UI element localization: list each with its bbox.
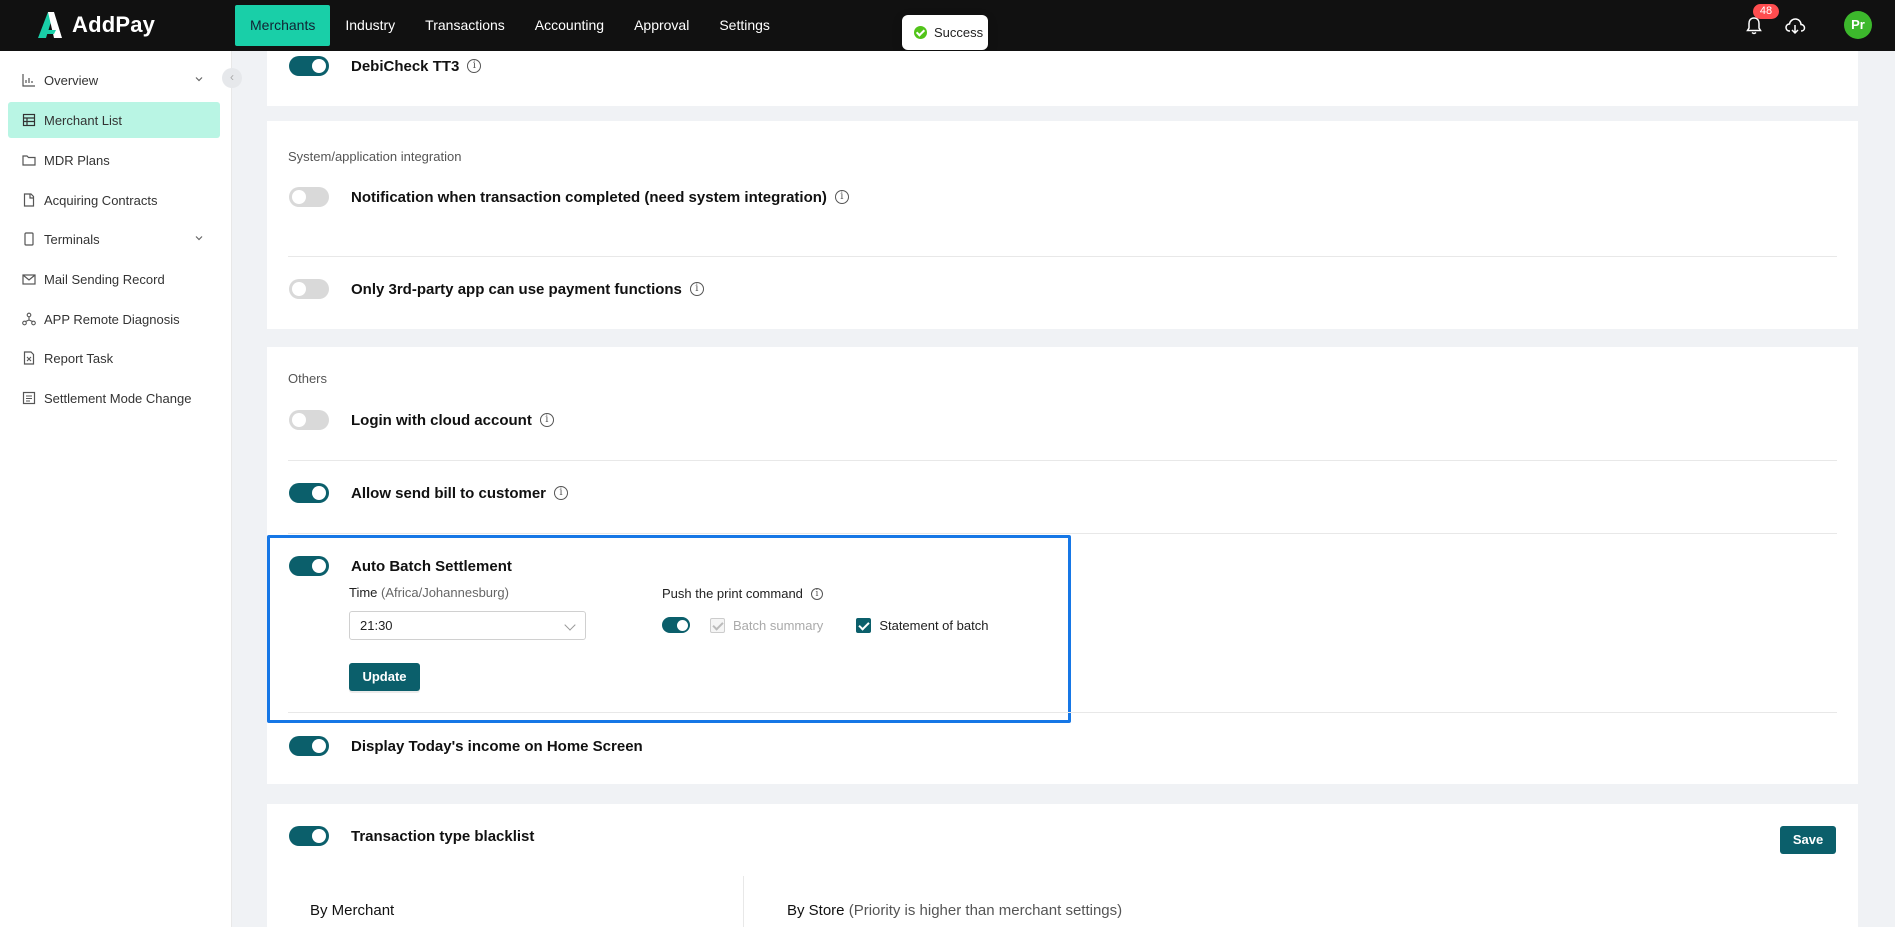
third-party-toggle[interactable] xyxy=(289,279,329,299)
chevron-down-icon xyxy=(195,236,203,241)
sidebar-item-merchant-list[interactable]: Merchant List xyxy=(8,102,220,138)
notification-label: Notification when transaction completed … xyxy=(351,188,827,206)
send-bill-label: Allow send bill to customer xyxy=(351,484,547,502)
divider xyxy=(288,712,1837,713)
section-title-system-integration: System/application integration xyxy=(288,149,462,164)
debicheck-row: DebiCheck TT3 i xyxy=(289,56,482,76)
sidebar-item-report-task[interactable]: Report Task xyxy=(8,340,220,376)
section-title-others: Others xyxy=(288,371,328,386)
sidebar-item-mdr-plans[interactable]: MDR Plans xyxy=(8,142,220,178)
sidebar-item-label: Mail Sending Record xyxy=(44,271,165,287)
sidebar-item-label: Overview xyxy=(44,72,99,88)
info-icon[interactable]: i xyxy=(554,486,569,500)
mail-icon xyxy=(22,274,36,285)
blacklist-toggle[interactable] xyxy=(289,826,329,846)
blacklist-label: Transaction type blacklist xyxy=(351,827,535,845)
todays-income-row: Display Today's income on Home Screen xyxy=(289,736,643,756)
info-icon[interactable]: i xyxy=(467,59,482,73)
by-store-title: By Store (Priority is higher than mercha… xyxy=(787,902,1122,919)
by-store-label: By Store xyxy=(787,902,845,919)
cloud-download-icon[interactable] xyxy=(1784,16,1806,36)
notification-row: Notification when transaction completed … xyxy=(289,187,849,207)
send-bill-row: Allow send bill to customer i xyxy=(289,483,569,503)
divider xyxy=(288,256,1837,257)
nav-merchants[interactable]: Merchants xyxy=(235,5,331,46)
debicheck-toggle[interactable] xyxy=(289,56,329,76)
document-icon xyxy=(23,193,35,207)
divider xyxy=(288,533,1837,534)
notification-toggle[interactable] xyxy=(289,187,329,207)
cloud-login-toggle[interactable] xyxy=(289,410,329,430)
by-store-note: (Priority is higher than merchant settin… xyxy=(848,902,1123,919)
info-icon[interactable]: i xyxy=(689,282,704,296)
blacklist-row: Transaction type blacklist xyxy=(289,826,534,846)
toast-message: Success xyxy=(934,25,984,40)
sidebar-item-mail-sending-record[interactable]: Mail Sending Record xyxy=(8,261,220,297)
nav-transactions[interactable]: Transactions xyxy=(410,5,520,46)
send-bill-toggle[interactable] xyxy=(289,483,329,503)
info-icon[interactable]: i xyxy=(539,413,554,427)
sidebar-collapse-button[interactable]: ‹ xyxy=(222,68,242,88)
report-icon xyxy=(23,351,35,365)
settlement-icon xyxy=(22,391,36,405)
notification-badge: 48 xyxy=(1753,4,1779,19)
sidebar-item-label: MDR Plans xyxy=(44,152,110,168)
check-circle-icon xyxy=(914,26,927,39)
todays-income-toggle[interactable] xyxy=(289,736,329,756)
user-avatar[interactable]: Pr xyxy=(1844,11,1872,39)
nav-settings[interactable]: Settings xyxy=(704,5,785,46)
sidebar-item-label: APP Remote Diagnosis xyxy=(44,311,180,327)
save-button[interactable]: Save xyxy=(1780,826,1836,854)
column-divider xyxy=(743,876,744,927)
network-icon xyxy=(22,312,36,326)
sidebar-item-terminals[interactable]: Terminals xyxy=(8,221,220,257)
third-party-row: Only 3rd-party app can use payment funct… xyxy=(289,279,704,299)
nav-accounting[interactable]: Accounting xyxy=(520,5,619,46)
sidebar-item-label: Acquiring Contracts xyxy=(44,192,158,208)
sidebar-item-label: Terminals xyxy=(44,231,100,247)
main-nav: Merchants Industry Transactions Accounti… xyxy=(235,5,785,46)
sidebar: Overview Merchant List MDR Plans Acquiri… xyxy=(0,51,232,927)
auto-batch-highlight-frame xyxy=(267,535,1071,723)
sidebar-item-settlement-mode-change[interactable]: Settlement Mode Change xyxy=(8,380,220,416)
todays-income-label: Display Today's income on Home Screen xyxy=(351,737,643,755)
cloud-login-label: Login with cloud account xyxy=(351,411,532,429)
sidebar-item-label: Settlement Mode Change xyxy=(44,390,192,406)
table-icon xyxy=(22,113,36,127)
sidebar-item-label: Report Task xyxy=(44,350,114,366)
sidebar-item-acquiring-contracts[interactable]: Acquiring Contracts xyxy=(8,182,220,218)
sidebar-item-label: Merchant List xyxy=(44,112,123,128)
debicheck-label: DebiCheck TT3 xyxy=(351,57,460,75)
by-merchant-title: By Merchant xyxy=(310,902,395,919)
third-party-label: Only 3rd-party app can use payment funct… xyxy=(351,280,682,298)
addpay-logo-icon xyxy=(38,12,62,38)
sidebar-item-app-remote-diagnosis[interactable]: APP Remote Diagnosis xyxy=(8,301,220,337)
brand-name: AddPay xyxy=(72,12,156,37)
folder-icon xyxy=(22,155,36,166)
sidebar-item-overview[interactable]: Overview xyxy=(8,62,220,98)
nav-approval[interactable]: Approval xyxy=(619,5,704,46)
info-icon[interactable]: i xyxy=(834,190,849,204)
chart-icon xyxy=(22,74,35,87)
brand-logo[interactable]: AddPay xyxy=(34,10,155,40)
divider xyxy=(288,460,1837,461)
debicheck-card xyxy=(267,51,1858,106)
cloud-login-row: Login with cloud account i xyxy=(289,410,554,430)
device-icon xyxy=(24,232,34,246)
bell-icon[interactable] xyxy=(1744,16,1764,36)
success-toast: Success xyxy=(902,15,988,50)
nav-industry[interactable]: Industry xyxy=(330,5,410,46)
chevron-down-icon xyxy=(195,77,203,82)
